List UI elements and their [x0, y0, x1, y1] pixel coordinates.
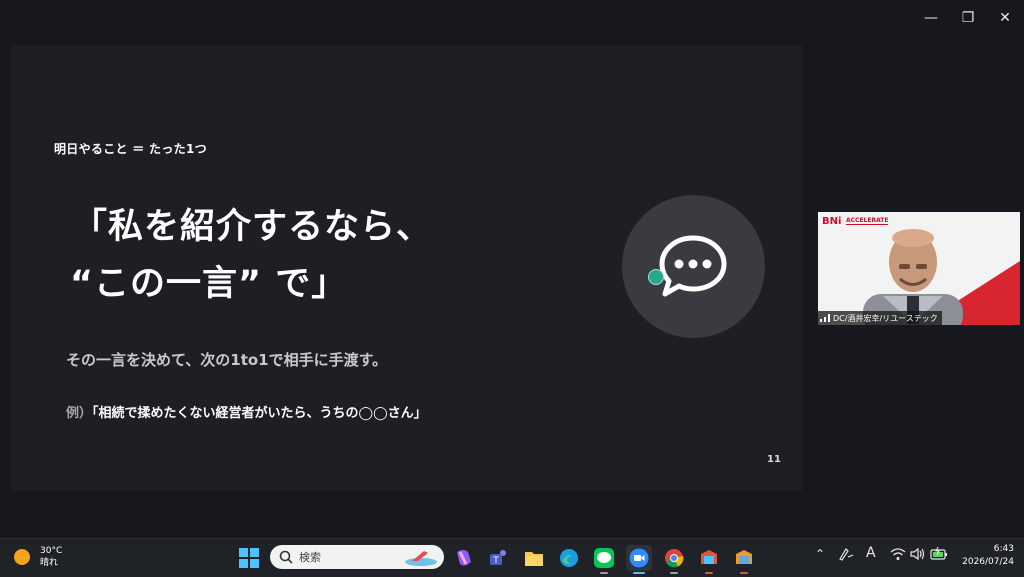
speaker-icon	[910, 547, 925, 561]
wifi-icon	[890, 548, 906, 560]
svg-text:T: T	[492, 556, 499, 566]
windows-logo-icon	[239, 548, 259, 568]
headline-line-2: “この一言” で」	[70, 264, 348, 304]
teams-button[interactable]: T	[486, 545, 512, 571]
folder-icon	[525, 552, 543, 566]
participant-avatar	[863, 229, 963, 325]
battery-charging-icon	[930, 546, 947, 560]
slide-body: その一言を決めて、次の1to1で相手に手渡す。	[66, 351, 388, 369]
copilot-icon	[457, 550, 471, 566]
participant-name-bar: DC/酒井宏幸/リユーステック	[818, 311, 942, 325]
slide-agenda: 明日やること ＝ たった1つ	[54, 142, 207, 156]
search-placeholder: 検索	[299, 551, 321, 564]
speech-bubble-icon	[659, 235, 727, 297]
chrome-icon	[665, 549, 684, 568]
restore-button[interactable]: ❐	[951, 6, 985, 30]
taskbar: 30°C 晴れ 検索 T ⌃ A 6:43 2026/07/24	[0, 538, 1024, 577]
weather-widget[interactable]: 30°C 晴れ	[14, 545, 62, 569]
start-button[interactable]	[236, 545, 262, 571]
edge-button[interactable]	[556, 545, 582, 571]
slide-example: 例）「相続で揉めたくない経営者がいたら、うちの◯◯さん」	[66, 402, 427, 421]
app-icon-1	[701, 550, 717, 564]
weather-temperature: 30°C	[40, 546, 63, 556]
restore-icon: ❐	[961, 10, 975, 26]
pen-menu-button[interactable]	[838, 547, 854, 564]
zoom-button[interactable]	[626, 545, 652, 574]
minimize-icon: —	[924, 10, 938, 26]
participant-video[interactable]: BNi ACCELERATE DC/酒井宏幸/リユーステック	[818, 212, 1020, 325]
app-icon-2	[736, 550, 752, 564]
clock-date: 2026/07/24	[962, 557, 1014, 567]
participant-name: DC/酒井宏幸/リユーステック	[833, 313, 938, 323]
copilot-button[interactable]	[451, 545, 477, 571]
taskbar-app-2[interactable]	[731, 545, 757, 574]
show-hidden-icons-button[interactable]: ⌃	[815, 547, 825, 561]
network-button[interactable]	[890, 547, 906, 564]
close-window-button[interactable]: ✕	[988, 6, 1022, 30]
slide-headline: 「私を紹介するなら、 “この一言” で」	[70, 199, 433, 313]
file-explorer-button[interactable]	[521, 545, 547, 571]
battery-button[interactable]	[930, 546, 948, 564]
search-highlight-icon	[405, 551, 437, 566]
line-button[interactable]	[591, 545, 617, 574]
minimize-button[interactable]: —	[914, 6, 948, 30]
close-icon: ✕	[999, 10, 1011, 26]
example-text: 「相続で揉めたくない経営者がいたら、うちの◯◯さん」	[92, 406, 427, 421]
system-clock[interactable]: 6:43 2026/07/24	[948, 543, 1014, 569]
zoom-icon	[629, 548, 649, 568]
line-icon	[594, 548, 614, 568]
headline-line-1: 「私を紹介するなら、	[72, 207, 433, 247]
bni-logo: BNi	[822, 216, 842, 227]
volume-button[interactable]	[910, 547, 926, 564]
slide-page-number: 11	[767, 454, 781, 465]
sun-icon	[14, 549, 30, 565]
edge-icon	[560, 549, 578, 567]
speech-bubble-graphic	[622, 195, 765, 338]
search-icon	[279, 550, 293, 564]
taskbar-app-1[interactable]	[696, 545, 722, 574]
taskbar-search-box[interactable]: 検索	[270, 545, 444, 569]
window-titlebar: — ❐ ✕	[0, 0, 1024, 38]
pointer-cursor-icon	[648, 269, 664, 285]
clock-time: 6:43	[993, 544, 1014, 554]
signal-strength-icon	[820, 314, 830, 322]
pen-icon	[839, 548, 854, 561]
example-prefix: 例）	[66, 406, 93, 421]
teams-icon: T	[490, 550, 506, 566]
ime-mode-indicator[interactable]: A	[866, 545, 876, 561]
shared-slide: 明日やること ＝ たった1つ 「私を紹介するなら、 “この一言” で」 その一言…	[10, 45, 802, 491]
weather-description: 晴れ	[40, 558, 59, 568]
chevron-up-icon: ⌃	[815, 547, 826, 561]
chrome-button[interactable]	[661, 545, 687, 574]
